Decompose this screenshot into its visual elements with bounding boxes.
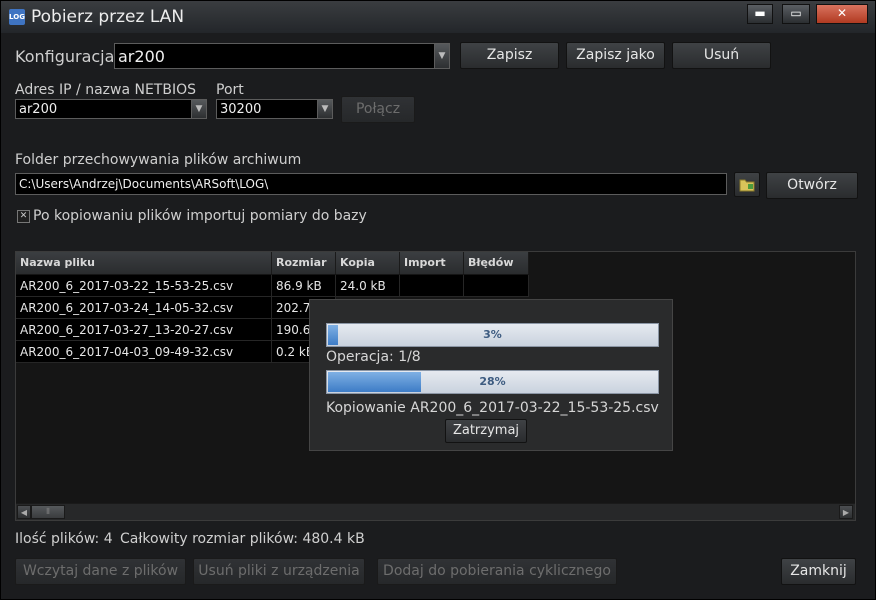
total-size: Całkowity rozmiar plików: 480.4 kB: [120, 531, 365, 547]
file-progress-text: 28%: [479, 375, 506, 388]
column-header-size[interactable]: Rozmiar: [272, 252, 336, 274]
column-header-errors[interactable]: Błędów: [464, 252, 529, 274]
table-cell-name[interactable]: AR200_6_2017-03-24_14-05-32.csv: [16, 297, 272, 319]
config-value: ar200: [118, 47, 165, 66]
operation-text: Operacja: 1/8: [326, 349, 421, 365]
chevron-down-icon[interactable]: ▼: [434, 44, 449, 68]
overall-progress-text: 3%: [483, 328, 502, 341]
browse-folder-button[interactable]: [734, 172, 760, 197]
column-header-copy[interactable]: Kopia: [336, 252, 400, 274]
folder-path: C:\Users\Andrzej\Documents\ARSoft\LOG\: [19, 177, 269, 191]
port-select[interactable]: 30200 ▼: [216, 99, 333, 119]
close-window-button[interactable]: ✕: [816, 4, 868, 24]
chevron-down-icon[interactable]: ▼: [317, 100, 332, 118]
column-header-name[interactable]: Nazwa pliku: [16, 252, 272, 274]
file-count: Ilość plików: 4: [15, 531, 113, 547]
minimize-button[interactable]: ▬: [747, 4, 773, 24]
title-bar[interactable]: LOG Pobierz przez LAN ▬ ▭ ✕: [1, 1, 875, 33]
connect-button[interactable]: Połącz: [341, 96, 415, 123]
add-cyclic-button[interactable]: Dodaj do pobierania cyklicznego: [377, 558, 617, 585]
table-cell-name[interactable]: AR200_6_2017-03-27_13-20-27.csv: [16, 319, 272, 341]
scroll-thumb[interactable]: ⦀: [31, 505, 65, 519]
scroll-right-icon[interactable]: ▶: [839, 505, 853, 519]
import-checkbox[interactable]: ✕: [17, 210, 30, 223]
import-checkbox-label: Po kopiowaniu plików importuj pomiary do…: [33, 208, 367, 224]
table-cell-name[interactable]: AR200_6_2017-04-03_09-49-32.csv: [16, 341, 272, 363]
table-cell-errors[interactable]: [464, 275, 529, 297]
ip-value: ar200: [19, 102, 58, 117]
config-label: Konfiguracja: [15, 47, 115, 66]
stop-button[interactable]: Zatrzymaj: [445, 419, 527, 443]
ip-select[interactable]: ar200 ▼: [15, 99, 207, 119]
column-header-import[interactable]: Import: [400, 252, 464, 274]
save-as-button[interactable]: Zapisz jako: [566, 42, 665, 69]
save-button[interactable]: Zapisz: [460, 42, 559, 69]
window-title: Pobierz przez LAN: [31, 7, 185, 27]
close-button[interactable]: Zamknij: [781, 558, 856, 585]
remove-files-button[interactable]: Usuń pliki z urządzenia: [193, 558, 365, 585]
folder-label: Folder przechowywania plików archiwum: [15, 152, 302, 168]
table-cell-copy[interactable]: 24.0 kB: [336, 275, 400, 297]
table-cell-name[interactable]: AR200_6_2017-03-22_15-53-25.csv: [16, 275, 272, 297]
port-value: 30200: [220, 102, 262, 117]
copy-status-text: Kopiowanie AR200_6_2017-03-22_15-53-25.c…: [326, 400, 659, 416]
maximize-button[interactable]: ▭: [782, 4, 810, 24]
scroll-left-icon[interactable]: ◀: [17, 505, 31, 519]
ip-label: Adres IP / nazwa NETBIOS: [15, 82, 197, 98]
port-label: Port: [216, 82, 244, 98]
table-cell-size[interactable]: 86.9 kB: [272, 275, 336, 297]
file-progress-bar: 28%: [326, 370, 659, 394]
open-folder-button[interactable]: Otwórz: [766, 172, 858, 199]
horizontal-scrollbar[interactable]: ◀ ⦀ ▶: [16, 503, 855, 520]
progress-dialog: 3% Operacja: 1/8 28% Kopiowanie AR200_6_…: [309, 299, 673, 451]
config-select[interactable]: ar200 ▼: [114, 43, 450, 69]
load-data-button[interactable]: Wczytaj dane z plików: [15, 558, 186, 585]
table-cell-import[interactable]: [400, 275, 464, 297]
app-log-icon: LOG: [9, 9, 25, 25]
download-lan-window: LOG Pobierz przez LAN ▬ ▭ ✕ Konfiguracja…: [0, 0, 876, 600]
overall-progress-bar: 3%: [326, 323, 659, 347]
folder-path-field[interactable]: C:\Users\Andrzej\Documents\ARSoft\LOG\: [15, 173, 727, 195]
folder-icon: [739, 179, 755, 192]
delete-config-button[interactable]: Usuń: [672, 42, 771, 69]
chevron-down-icon[interactable]: ▼: [191, 100, 206, 118]
